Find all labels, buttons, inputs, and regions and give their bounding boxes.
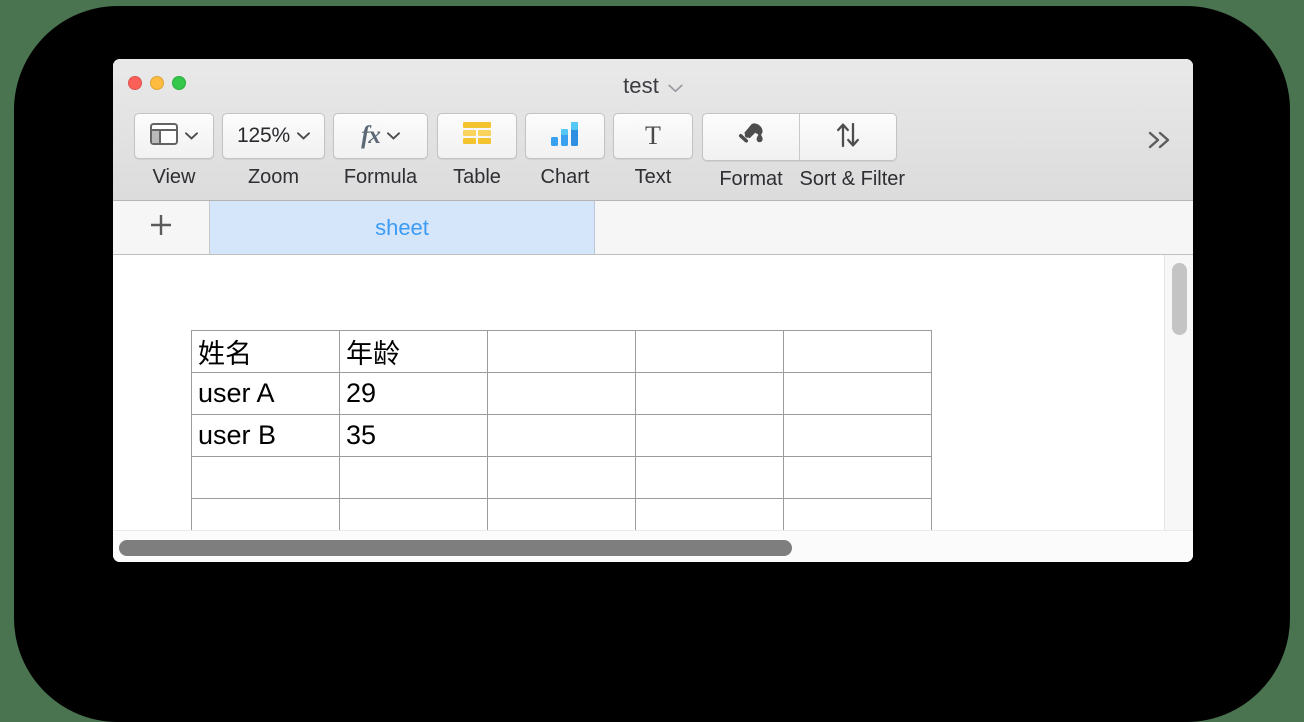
- cell-a4[interactable]: [191, 456, 340, 499]
- format-label: Format: [719, 168, 783, 190]
- sheet-tab-bar: sheet: [113, 201, 1193, 255]
- cell-a1[interactable]: 姓名: [191, 330, 340, 373]
- sort-arrows-icon: [834, 122, 862, 153]
- page-title: test: [623, 73, 659, 98]
- formula-label: Formula: [343, 166, 418, 188]
- text-button[interactable]: T: [613, 113, 693, 159]
- toolbar-overflow-button[interactable]: [1145, 129, 1175, 155]
- cell-a5[interactable]: [191, 498, 340, 530]
- toolbar-group-formula: fx Formula: [333, 113, 428, 189]
- chevron-double-right-icon: [1145, 127, 1175, 157]
- sheet-tab-label: sheet: [375, 214, 429, 240]
- add-sheet-button[interactable]: [113, 201, 210, 254]
- cell-a3[interactable]: user B: [191, 414, 340, 457]
- horizontal-scrollbar[interactable]: [113, 530, 1193, 562]
- cell-b1[interactable]: 年龄: [339, 330, 488, 373]
- cell-b2[interactable]: 29: [339, 372, 488, 415]
- horizontal-scrollbar-thumb[interactable]: [119, 540, 792, 556]
- sort-filter-label: Sort & Filter: [799, 168, 906, 190]
- cell-c3[interactable]: [487, 414, 636, 457]
- cell-b4[interactable]: [339, 456, 488, 499]
- toolbar-group-chart: Chart: [525, 113, 605, 189]
- window-chrome: test View 125% Zoom fx Formula Table Cha…: [113, 59, 1193, 201]
- toolbar-group-text: T Text: [613, 113, 693, 189]
- chevron-down-icon: [386, 127, 400, 145]
- table-row[interactable]: [191, 498, 932, 530]
- cell-d3[interactable]: [635, 414, 784, 457]
- window-layout-icon: [150, 122, 178, 150]
- toolbar-group-view: View: [134, 113, 214, 189]
- cell-d4[interactable]: [635, 456, 784, 499]
- cell-d5[interactable]: [635, 498, 784, 530]
- window-title-area: test: [113, 73, 1193, 99]
- spreadsheet-canvas[interactable]: 姓名 年龄 user A 29 user B 35: [113, 255, 1165, 531]
- text-t-icon: T: [645, 121, 661, 150]
- cell-c5[interactable]: [487, 498, 636, 530]
- chevron-down-icon: [185, 127, 198, 145]
- zoom-label: Zoom: [247, 166, 300, 188]
- plus-icon: [148, 212, 174, 243]
- chevron-down-icon: [297, 127, 310, 145]
- formula-button[interactable]: fx: [333, 113, 428, 159]
- cell-b3[interactable]: 35: [339, 414, 488, 457]
- cell-d1[interactable]: [635, 330, 784, 373]
- table-row[interactable]: user A 29: [191, 372, 932, 415]
- chevron-down-icon[interactable]: [668, 73, 683, 99]
- chart-button[interactable]: [525, 113, 605, 159]
- table-row[interactable]: 姓名 年龄: [191, 330, 932, 373]
- sheet-tab-sheet[interactable]: sheet: [210, 201, 595, 254]
- cell-c2[interactable]: [487, 372, 636, 415]
- spreadsheet-table: 姓名 年龄 user A 29 user B 35: [191, 330, 932, 530]
- cell-b5[interactable]: [339, 498, 488, 530]
- cell-e2[interactable]: [783, 372, 932, 415]
- view-label: View: [152, 166, 196, 188]
- table-row[interactable]: user B 35: [191, 414, 932, 457]
- table-button[interactable]: [437, 113, 517, 159]
- fx-icon: fx: [361, 122, 381, 149]
- cell-c1[interactable]: [487, 330, 636, 373]
- cell-e5[interactable]: [783, 498, 932, 530]
- vertical-scrollbar-thumb[interactable]: [1172, 263, 1187, 335]
- view-button[interactable]: [134, 113, 214, 159]
- cell-a2[interactable]: user A: [191, 372, 340, 415]
- format-button[interactable]: [703, 114, 799, 160]
- cell-c4[interactable]: [487, 456, 636, 499]
- spreadsheet-window: test View 125% Zoom fx Formula Table Cha…: [113, 59, 1193, 562]
- toolbar-group-format-sort: Format Sort & Filter: [702, 113, 906, 191]
- canvas-area: 姓名 年龄 user A 29 user B 35: [113, 255, 1193, 562]
- table-row[interactable]: [191, 456, 932, 499]
- zoom-value: 125%: [237, 124, 290, 147]
- toolbar-group-zoom: 125% Zoom: [222, 113, 325, 189]
- cell-e3[interactable]: [783, 414, 932, 457]
- zoom-button[interactable]: 125%: [222, 113, 325, 159]
- segmented-control: [702, 113, 897, 161]
- chart-label: Chart: [540, 166, 590, 188]
- paint-brush-icon: [736, 122, 766, 153]
- bar-chart-icon: [550, 121, 580, 152]
- table-grid-icon: [463, 121, 491, 151]
- text-label: Text: [634, 166, 672, 188]
- cell-d2[interactable]: [635, 372, 784, 415]
- toolbar: View 125% Zoom fx Formula Table Chart T …: [134, 113, 906, 191]
- table-label: Table: [453, 166, 501, 188]
- cell-e1[interactable]: [783, 330, 932, 373]
- cell-e4[interactable]: [783, 456, 932, 499]
- vertical-scrollbar[interactable]: [1164, 255, 1193, 531]
- sort-filter-button[interactable]: [799, 114, 896, 160]
- toolbar-group-table: Table: [437, 113, 517, 189]
